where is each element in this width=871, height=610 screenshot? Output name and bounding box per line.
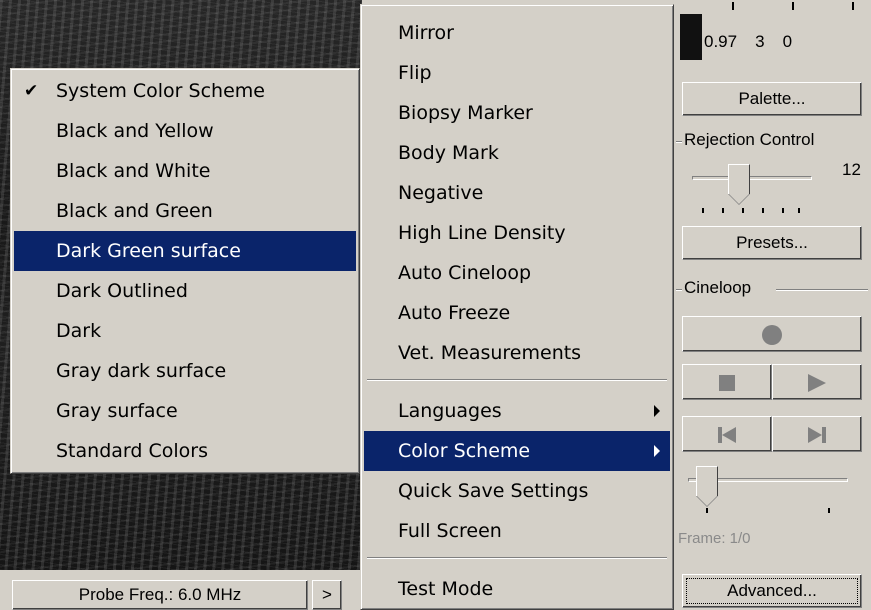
color-item-standard-colors[interactable]: Standard Colors (14, 431, 356, 471)
menu-item-body-mark[interactable]: Body Mark (364, 133, 670, 173)
value-1: 0.97 (704, 32, 738, 51)
color-item-gray-surface[interactable]: Gray surface (14, 391, 356, 431)
color-item-black-yellow-label: Black and Yellow (56, 120, 214, 142)
color-item-black-white[interactable]: Black and White (14, 151, 356, 191)
color-item-black-green[interactable]: Black and Green (14, 191, 356, 231)
color-item-dark-green-surface[interactable]: Dark Green surface (14, 231, 356, 271)
frame-slider-thumb[interactable] (696, 466, 718, 507)
value-3: 0 (782, 32, 793, 51)
menu-item-auto-freeze-label: Auto Freeze (398, 302, 511, 324)
rejection-value: 12 (842, 160, 861, 179)
value-readout: 0.97 3 0 (704, 32, 869, 52)
record-button[interactable] (682, 316, 862, 352)
color-item-system-label: System Color Scheme (56, 80, 265, 102)
menu-item-high-line-density-label: High Line Density (398, 222, 566, 244)
menu-item-languages-label: Languages (398, 400, 502, 422)
main-context-menu: Mirror Flip Biopsy Marker Body Mark Nega… (360, 4, 674, 610)
menu-item-biopsy-marker[interactable]: Biopsy Marker (364, 93, 670, 133)
menu-item-negative[interactable]: Negative (364, 173, 670, 213)
color-item-dark[interactable]: Dark (14, 311, 356, 351)
menu-item-color-scheme-label: Color Scheme (398, 440, 531, 462)
probe-bar: Probe Freq.: 6.0 MHz > (0, 574, 362, 610)
color-scheme-submenu: ✔ System Color Scheme Black and Yellow Bl… (10, 68, 360, 474)
value-2: 3 (755, 32, 765, 51)
menu-item-quick-save-settings-label: Quick Save Settings (398, 480, 589, 502)
rejection-group-line-left (676, 141, 682, 143)
rejection-control-label: Rejection Control (684, 130, 815, 149)
menu-item-quick-save-settings[interactable]: Quick Save Settings (364, 471, 670, 511)
menu-item-auto-cineloop-label: Auto Cineloop (398, 262, 532, 284)
rejection-slider-track[interactable] (692, 176, 812, 180)
top-ticks (714, 0, 864, 12)
color-item-black-white-label: Black and White (56, 160, 211, 182)
menu-item-full-screen[interactable]: Full Screen (364, 511, 670, 551)
skip-start-button[interactable] (682, 416, 772, 452)
frame-counter: Frame: 1/0 (678, 530, 751, 547)
rejection-slider-thumb[interactable] (728, 164, 750, 205)
palette-button[interactable]: Palette... (682, 82, 862, 116)
record-icon (762, 324, 782, 345)
menu-item-test-mode-label: Test Mode (398, 578, 494, 600)
menu-separator (367, 379, 667, 381)
play-icon (808, 373, 826, 392)
menu-item-full-screen-label: Full Screen (398, 520, 502, 542)
skip-end-icon (808, 426, 826, 443)
menu-item-vet-measurements[interactable]: Vet. Measurements (364, 333, 670, 373)
menu-item-test-mode[interactable]: Test Mode (364, 569, 670, 609)
menu-item-high-line-density[interactable]: High Line Density (364, 213, 670, 253)
menu-item-body-mark-label: Body Mark (398, 142, 499, 164)
menu-item-negative-label: Negative (398, 182, 484, 204)
cineloop-group-line-right (776, 289, 868, 291)
color-item-dark-label: Dark (56, 320, 102, 342)
menu-item-mirror-label: Mirror (398, 22, 454, 44)
cineloop-group-line-left (676, 289, 682, 291)
stop-icon (719, 374, 735, 391)
color-item-dark-outlined[interactable]: Dark Outlined (14, 271, 356, 311)
menu-item-auto-cineloop[interactable]: Auto Cineloop (364, 253, 670, 293)
color-item-black-yellow[interactable]: Black and Yellow (14, 111, 356, 151)
stop-button[interactable] (682, 364, 772, 400)
menu-item-biopsy-marker-label: Biopsy Marker (398, 102, 533, 124)
menu-item-mirror[interactable]: Mirror (364, 13, 670, 53)
menu-item-languages[interactable]: Languages (364, 391, 670, 431)
probe-frequency-button[interactable]: Probe Freq.: 6.0 MHz (12, 580, 308, 610)
menu-item-flip-label: Flip (398, 62, 432, 84)
control-panel: 0.97 3 0 Palette... Rejection Control 12 P… (674, 0, 871, 610)
gray-swatch (680, 14, 702, 60)
cineloop-label: Cineloop (684, 278, 752, 297)
skip-start-icon (718, 426, 736, 443)
color-item-dark-green-surface-label: Dark Green surface (56, 240, 241, 262)
rejection-ticks (702, 208, 812, 214)
skip-end-button[interactable] (772, 416, 862, 452)
play-button[interactable] (772, 364, 862, 400)
advanced-button[interactable]: Advanced... (682, 574, 862, 608)
color-item-gray-dark-surface-label: Gray dark surface (56, 360, 227, 382)
menu-separator (367, 557, 667, 559)
check-icon: ✔ (24, 81, 39, 101)
submenu-arrow-icon (654, 445, 660, 457)
color-item-gray-dark-surface[interactable]: Gray dark surface (14, 351, 356, 391)
frame-ticks (706, 508, 856, 514)
submenu-arrow-icon (654, 405, 660, 417)
color-item-gray-surface-label: Gray surface (56, 400, 178, 422)
color-item-system[interactable]: ✔ System Color Scheme (14, 71, 356, 111)
menu-item-flip[interactable]: Flip (364, 53, 670, 93)
menu-item-color-scheme[interactable]: Color Scheme (364, 431, 670, 471)
color-item-standard-colors-label: Standard Colors (56, 440, 208, 462)
color-item-black-green-label: Black and Green (56, 200, 213, 222)
menu-item-vet-measurements-label: Vet. Measurements (398, 342, 582, 364)
color-item-dark-outlined-label: Dark Outlined (56, 280, 188, 302)
presets-button[interactable]: Presets... (682, 226, 862, 260)
probe-next-button[interactable]: > (312, 580, 342, 610)
menu-item-auto-freeze[interactable]: Auto Freeze (364, 293, 670, 333)
